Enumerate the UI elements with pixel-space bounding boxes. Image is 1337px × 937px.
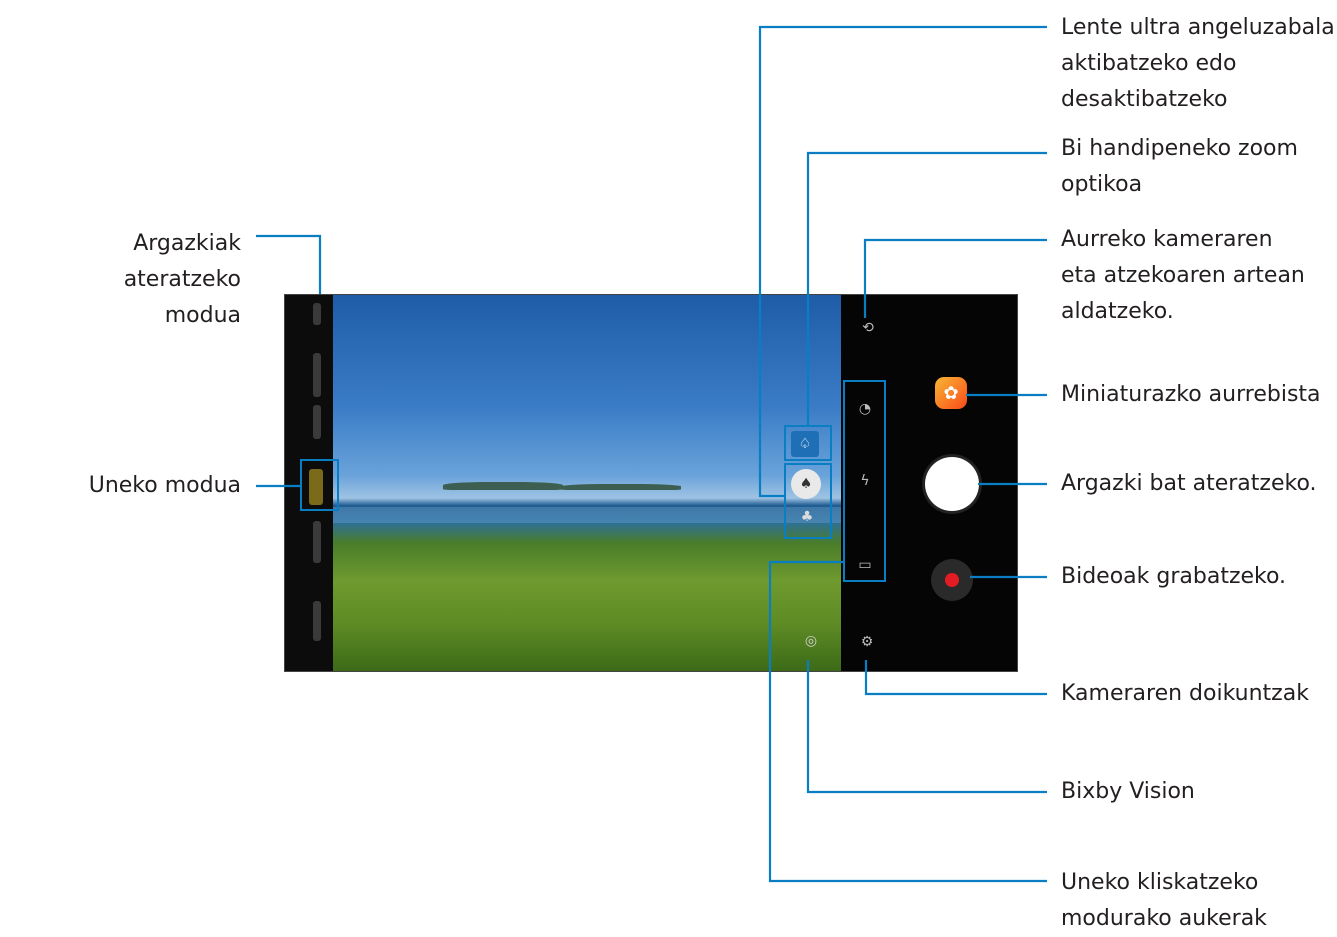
camera-screenshot: ⟲ ✿ ⚙ ◔ ϟ ▭ ♤ ♠ ♣ ◎ — [284, 294, 1018, 672]
label-record-video: Bideoak grabatzeko. — [1061, 564, 1287, 589]
label-preview-thumbnail: Miniaturazko aurrebista — [1061, 382, 1321, 407]
record-button[interactable] — [931, 559, 973, 601]
current-mode-highlight — [300, 459, 339, 511]
mode-item[interactable] — [313, 303, 321, 325]
island — [443, 482, 563, 490]
line-shooting-mode — [256, 234, 322, 294]
camera-switch-icon[interactable]: ⟲ — [857, 317, 879, 339]
gear-icon[interactable]: ⚙ — [856, 631, 878, 653]
mode-item[interactable] — [313, 521, 321, 563]
record-dot — [945, 573, 959, 587]
mode-item[interactable] — [313, 601, 321, 641]
bixby-eye-icon[interactable]: ◎ — [799, 629, 823, 653]
sea-reflection — [333, 507, 841, 523]
island — [561, 484, 681, 490]
label-shooting-mode: Argazkiak ateratzeko modua — [123, 231, 241, 328]
label-take-picture: Argazki bat ateratzeko. — [1061, 471, 1317, 496]
label-camera-settings: Kameraren doikuntzak — [1061, 681, 1309, 706]
label-switch-camera: Aurreko kameraren eta atzekoaren artean … — [1061, 227, 1305, 324]
shooting-options-highlight — [843, 380, 886, 582]
zoom-highlight — [784, 463, 832, 539]
viewfinder[interactable] — [333, 295, 841, 671]
gallery-thumbnail-icon[interactable]: ✿ — [935, 377, 967, 409]
label-ultra-wide: Lente ultra angeluzabala aktibatzeko edo… — [1061, 15, 1335, 112]
label-optical-zoom: Bi handipeneko zoom optikoa — [1061, 136, 1298, 197]
shutter-button[interactable] — [925, 457, 979, 511]
label-bixby-vision: Bixby Vision — [1061, 779, 1195, 804]
mode-item[interactable] — [313, 353, 321, 397]
ultra-wide-highlight — [784, 425, 832, 461]
label-shooting-options: Uneko kliskatzeko modurako aukerak — [1061, 870, 1267, 931]
label-current-mode: Uneko modua — [88, 473, 241, 498]
mode-item[interactable] — [313, 405, 321, 439]
line-bixby — [806, 660, 1047, 794]
